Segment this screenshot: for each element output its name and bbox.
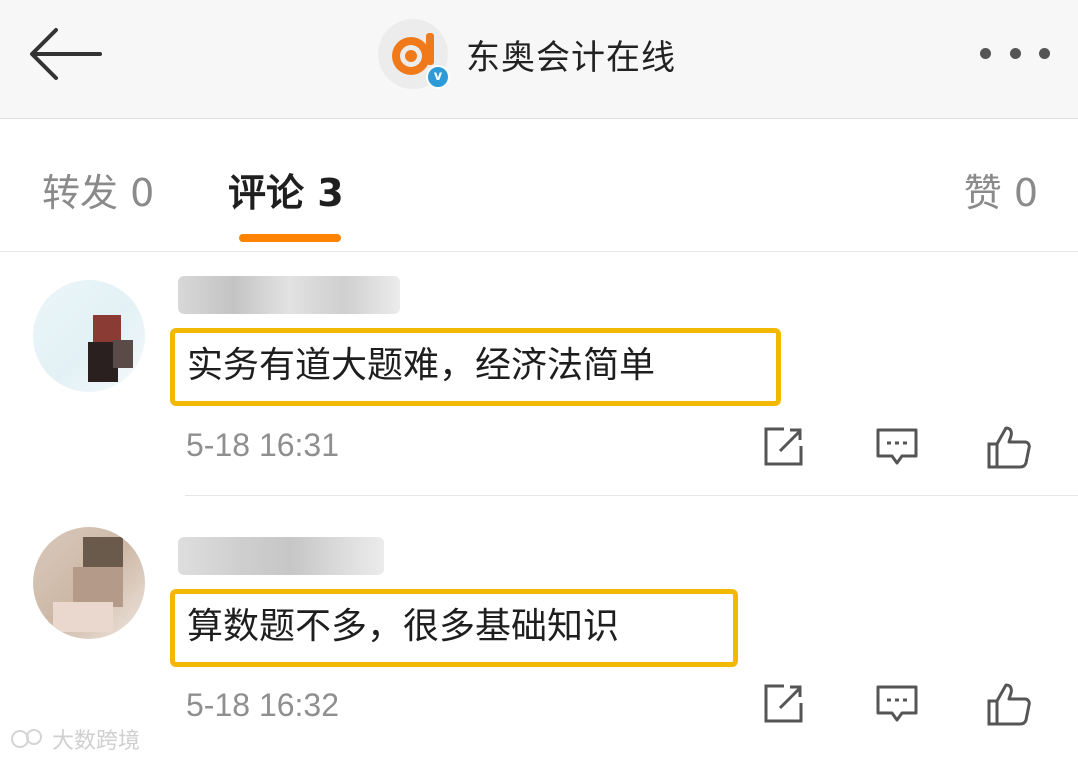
share-button[interactable]: [760, 681, 806, 727]
watermark: 大数跨境: [10, 723, 140, 755]
thumbs-up-icon: [987, 683, 1031, 726]
share-icon: [764, 427, 803, 466]
comment-icon: [876, 685, 918, 722]
account-header[interactable]: v 东奥会计在线: [378, 18, 676, 90]
account-avatar[interactable]: v: [378, 19, 450, 89]
reply-button[interactable]: [874, 424, 920, 470]
account-name: 东奥会计在线: [466, 37, 676, 78]
like-button[interactable]: [986, 424, 1032, 470]
more-dots-icon: [1039, 47, 1050, 59]
like-button[interactable]: [986, 681, 1032, 727]
watermark-logo-icon: [11, 729, 42, 748]
commenter-avatar[interactable]: [33, 527, 145, 639]
tab-comments[interactable]: 评论 3: [228, 162, 344, 217]
top-bar: v 东奥会计在线: [0, 0, 1078, 119]
tab-repost[interactable]: 转发 0: [42, 162, 154, 217]
tab-bar: 转发 0 评论 3 赞 0: [0, 120, 1078, 252]
comment-text: 算数题不多，很多基础知识: [170, 589, 738, 667]
back-arrow-icon: [30, 28, 102, 80]
more-dots-icon: [1009, 47, 1021, 59]
reply-button[interactable]: [874, 681, 920, 727]
more-dots-icon: [980, 47, 991, 59]
watermark-text: 大数跨境: [52, 729, 141, 754]
commenter-name-blurred[interactable]: [178, 537, 384, 575]
comment-item: 实务有道大题难，经济法简单 5-18 16:31: [0, 252, 1078, 496]
verified-badge: v: [426, 65, 450, 89]
commenter-avatar[interactable]: [33, 280, 145, 392]
comment-timestamp: 5-18 16:31: [186, 427, 340, 463]
comment-icon: [876, 428, 918, 465]
back-button[interactable]: [26, 24, 104, 84]
thumbs-up-icon: [987, 426, 1031, 469]
share-button[interactable]: [760, 424, 806, 470]
comment-item: 算数题不多，很多基础知识 5-18 16:32: [0, 497, 1078, 761]
comment-text: 实务有道大题难，经济法简单: [170, 328, 781, 406]
commenter-name-blurred[interactable]: [178, 276, 400, 314]
comment-timestamp: 5-18 16:32: [186, 687, 340, 723]
comment-divider: [185, 495, 1078, 496]
more-button[interactable]: [980, 38, 1050, 68]
share-icon: [764, 684, 803, 723]
active-tab-indicator: [239, 234, 341, 242]
tab-likes[interactable]: 赞 0: [964, 162, 1038, 217]
